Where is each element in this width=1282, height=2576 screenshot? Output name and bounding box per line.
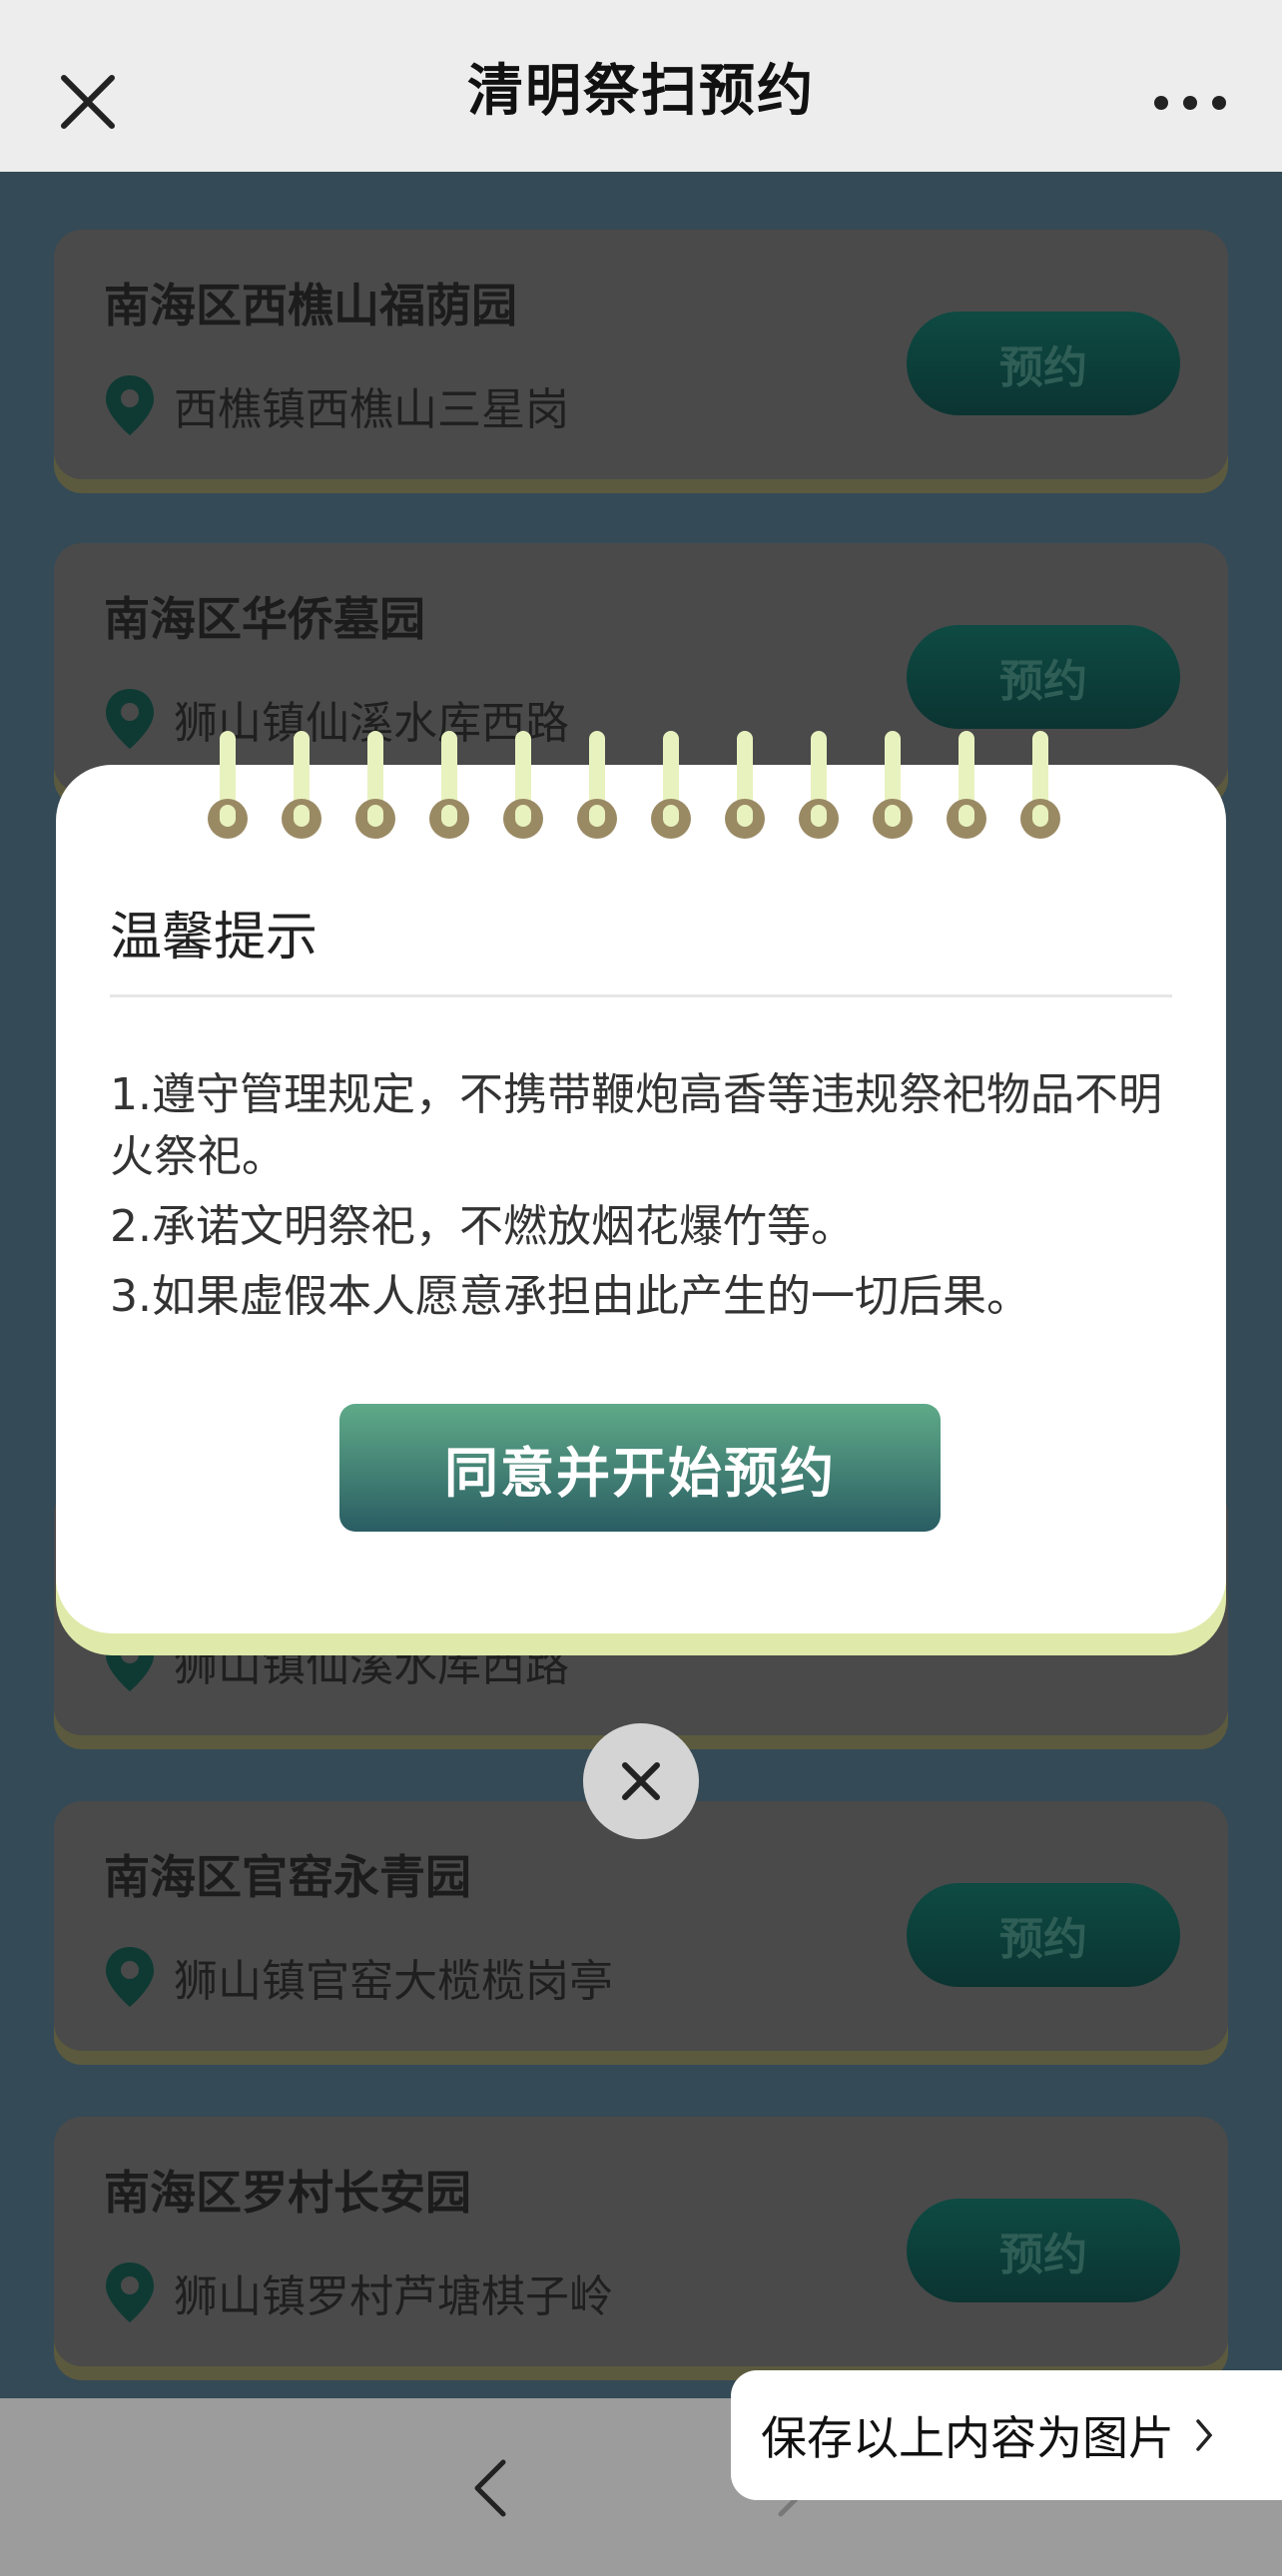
more-options-icon[interactable]	[1154, 96, 1226, 112]
address-text: 狮山镇官窑大榄榄岗亭	[174, 1956, 613, 2007]
book-button[interactable]: 预约	[907, 2199, 1180, 2302]
divider	[110, 994, 1172, 997]
cemetery-address: 狮山镇仙溪水库西路	[104, 1629, 569, 1693]
book-button[interactable]: 预约	[907, 312, 1180, 415]
book-button[interactable]: 预约	[907, 1883, 1180, 1987]
address-text: 狮山镇罗村芦塘棋子岭	[174, 2271, 613, 2322]
cemetery-address: 西樵镇西樵山三星岗	[104, 373, 569, 437]
book-button[interactable]: 预约	[907, 625, 1180, 729]
close-icon[interactable]	[56, 70, 120, 134]
back-arrow-icon[interactable]	[467, 2456, 515, 2520]
location-pin-icon	[106, 689, 154, 749]
chevron-right-icon	[1196, 2419, 1213, 2451]
dialog-close-button[interactable]	[583, 1723, 699, 1839]
cemetery-name: 南海区罗村长安园	[104, 2166, 471, 2220]
cemetery-address: 狮山镇官窑大榄榄岗亭	[104, 1945, 613, 2009]
location-pin-icon	[106, 1947, 154, 2007]
agree-and-start-button[interactable]: 同意并开始预约	[339, 1404, 941, 1532]
cemetery-name: 南海区西樵山福荫园	[104, 279, 517, 332]
page-title: 清明祭扫预约	[467, 58, 815, 124]
location-pin-icon	[106, 375, 154, 435]
address-text: 西樵镇西樵山三星岗	[174, 384, 569, 435]
rule-item: 2.承诺文明祭祀，不燃放烟花爆竹等。	[110, 1201, 855, 1252]
rule-item: 3.如果虚假本人愿意承担由此产生的一切后果。	[110, 1271, 1030, 1322]
rule-item: 1.遵守管理规定，不携带鞭炮高香等违规祭祀物品不明火祭祀。	[110, 1069, 1162, 1182]
notebook-binding	[206, 731, 1124, 841]
cemetery-card[interactable]: 南海区西樵山福荫园 西樵镇西樵山三星岗 预约	[54, 230, 1228, 479]
save-as-image-label: 保存以上内容为图片	[761, 2411, 1174, 2465]
rules-list: 1.遵守管理规定，不携带鞭炮高香等违规祭祀物品不明火祭祀。 2.承诺文明祭祀，不…	[110, 1064, 1188, 1336]
cemetery-name: 南海区华侨墓园	[104, 592, 425, 646]
cemetery-card[interactable]: 南海区罗村长安园 狮山镇罗村芦塘棋子岭 预约	[54, 2117, 1228, 2366]
top-bar: 清明祭扫预约	[0, 0, 1282, 172]
cemetery-address: 狮山镇罗村芦塘棋子岭	[104, 2260, 613, 2324]
location-pin-icon	[106, 1631, 154, 1691]
close-icon	[622, 1762, 660, 1800]
dialog-heading: 温馨提示	[110, 908, 319, 967]
save-as-image-button[interactable]: 保存以上内容为图片	[731, 2370, 1282, 2500]
cemetery-name: 南海区官窑永青园	[104, 1850, 471, 1904]
location-pin-icon	[106, 2262, 154, 2322]
notice-dialog: 温馨提示 1.遵守管理规定，不携带鞭炮高香等违规祭祀物品不明火祭祀。 2.承诺文…	[56, 731, 1226, 1633]
address-text: 狮山镇仙溪水库西路	[174, 1640, 569, 1691]
